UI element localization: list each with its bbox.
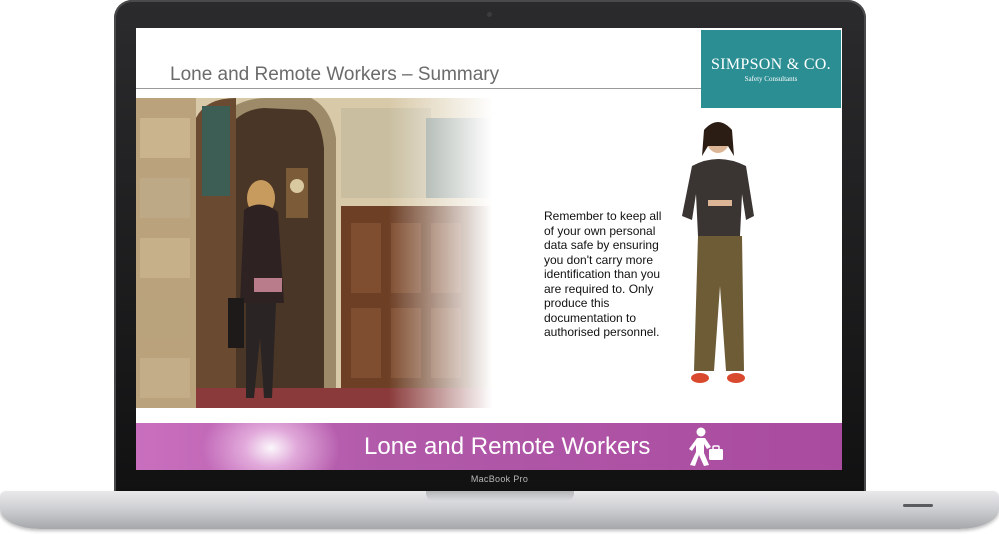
walking-worker-with-briefcase-icon xyxy=(689,427,725,467)
doorway-photo xyxy=(136,98,498,408)
slide-title: Lone and Remote Workers – Summary xyxy=(170,64,500,85)
footer-banner: Lone and Remote Workers xyxy=(136,423,842,470)
body-text: Remember to keep all of your own persona… xyxy=(544,209,662,339)
laptop-notch xyxy=(426,491,574,501)
lens-flare xyxy=(196,423,346,470)
company-logo: SIMPSON & CO. Safety Consultants xyxy=(701,30,841,108)
logo-name: SIMPSON & CO. xyxy=(711,56,831,73)
laptop-slot xyxy=(903,504,933,507)
title-divider xyxy=(136,88,702,89)
presenter-figure xyxy=(670,116,770,388)
photo-fade xyxy=(388,98,498,408)
footer-title: Lone and Remote Workers xyxy=(364,433,651,460)
device-brand-label: MacBook Pro xyxy=(470,474,529,484)
logo-tagline: Safety Consultants xyxy=(744,75,798,83)
camera-icon xyxy=(487,12,492,17)
slide-screen: Lone and Remote Workers – Summary SIMPSO… xyxy=(136,28,842,470)
